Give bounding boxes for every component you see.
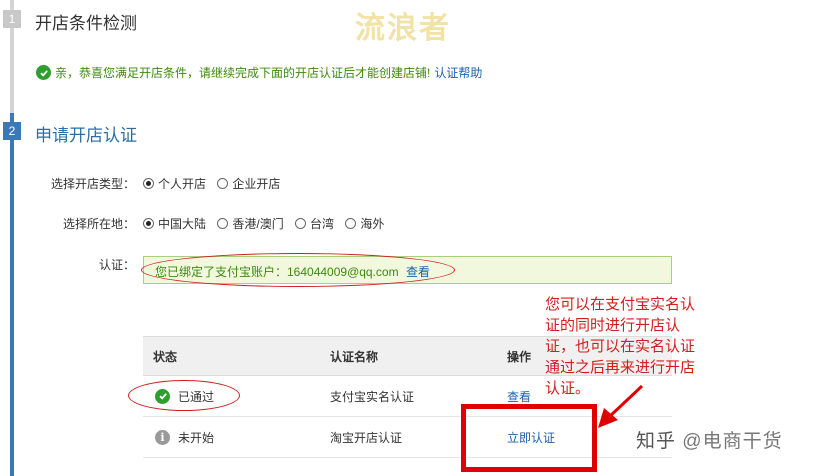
radio-personal-shop[interactable]: 个人开店: [143, 175, 206, 192]
zhihu-site: 知乎: [636, 431, 677, 452]
radio-selected-icon: [143, 178, 154, 189]
auth-label: 认证：: [98, 258, 135, 272]
shop-type-radio-group: 个人开店 企业开店: [143, 175, 288, 192]
radio-label: 企业开店: [232, 177, 281, 191]
radio-unselected-icon: [345, 218, 357, 229]
highlight-rectangle: [461, 404, 597, 472]
watermark-text: 流浪者: [355, 12, 451, 45]
status-cell: i 未开始: [155, 417, 214, 457]
radio-label: 个人开店: [158, 177, 207, 191]
header-name: 认证名称: [330, 349, 379, 364]
header-status: 状态: [153, 349, 178, 364]
radio-overseas[interactable]: 海外: [345, 215, 384, 232]
auth-help-link[interactable]: 认证帮助: [434, 64, 482, 81]
zhihu-account: @电商干货: [682, 431, 783, 452]
notice-text: 亲，恭喜您满足开店条件，请继续完成下面的开店认证后才能创建店铺!: [55, 66, 431, 80]
radio-label: 台湾: [310, 217, 335, 231]
step-1-title: 开店条件检测: [35, 14, 137, 33]
highlight-ellipse: [128, 380, 240, 411]
radio-hk-macau[interactable]: 香港/澳门: [217, 215, 284, 232]
zhihu-watermark: 知乎 @电商干货: [636, 426, 783, 453]
auth-name-cell: 淘宝开店认证: [330, 430, 403, 445]
step-rail-active: [10, 113, 14, 476]
radio-enterprise-shop[interactable]: 企业开店: [217, 175, 280, 192]
info-circle-icon: i: [155, 429, 170, 445]
eligibility-notice: 亲，恭喜您满足开店条件，请继续完成下面的开店认证后才能创建店铺! 认证帮助: [36, 64, 482, 81]
radio-taiwan[interactable]: 台湾: [295, 215, 334, 232]
radio-unselected-icon: [217, 178, 229, 189]
shop-type-label: 选择开店类型：: [50, 177, 135, 191]
highlight-ellipse: [141, 253, 455, 287]
status-text: 未开始: [178, 430, 215, 445]
check-circle-icon: [36, 65, 51, 80]
step-2-title: 申请开店认证: [35, 126, 137, 145]
radio-unselected-icon: [217, 218, 229, 229]
radio-selected-icon: [143, 218, 154, 229]
location-radio-group: 中国大陆 香港/澳门 台湾 海外: [143, 215, 392, 232]
step-1-badge: 1: [3, 10, 21, 28]
radio-label: 海外: [360, 217, 385, 231]
location-label: 选择所在地：: [62, 217, 135, 231]
auth-name-cell: 支付宝实名认证: [330, 389, 415, 404]
radio-unselected-icon: [295, 218, 307, 229]
radio-label: 中国大陆: [158, 217, 207, 231]
annotation-text: 您可以在支付宝实名认证的同时进行开店认证，也可以在实名认证通过之后再来进行开店认…: [545, 295, 696, 397]
radio-mainland[interactable]: 中国大陆: [143, 215, 206, 232]
step-2-badge: 2: [3, 122, 21, 140]
header-action: 操作: [507, 349, 532, 364]
radio-label: 香港/澳门: [232, 217, 284, 231]
